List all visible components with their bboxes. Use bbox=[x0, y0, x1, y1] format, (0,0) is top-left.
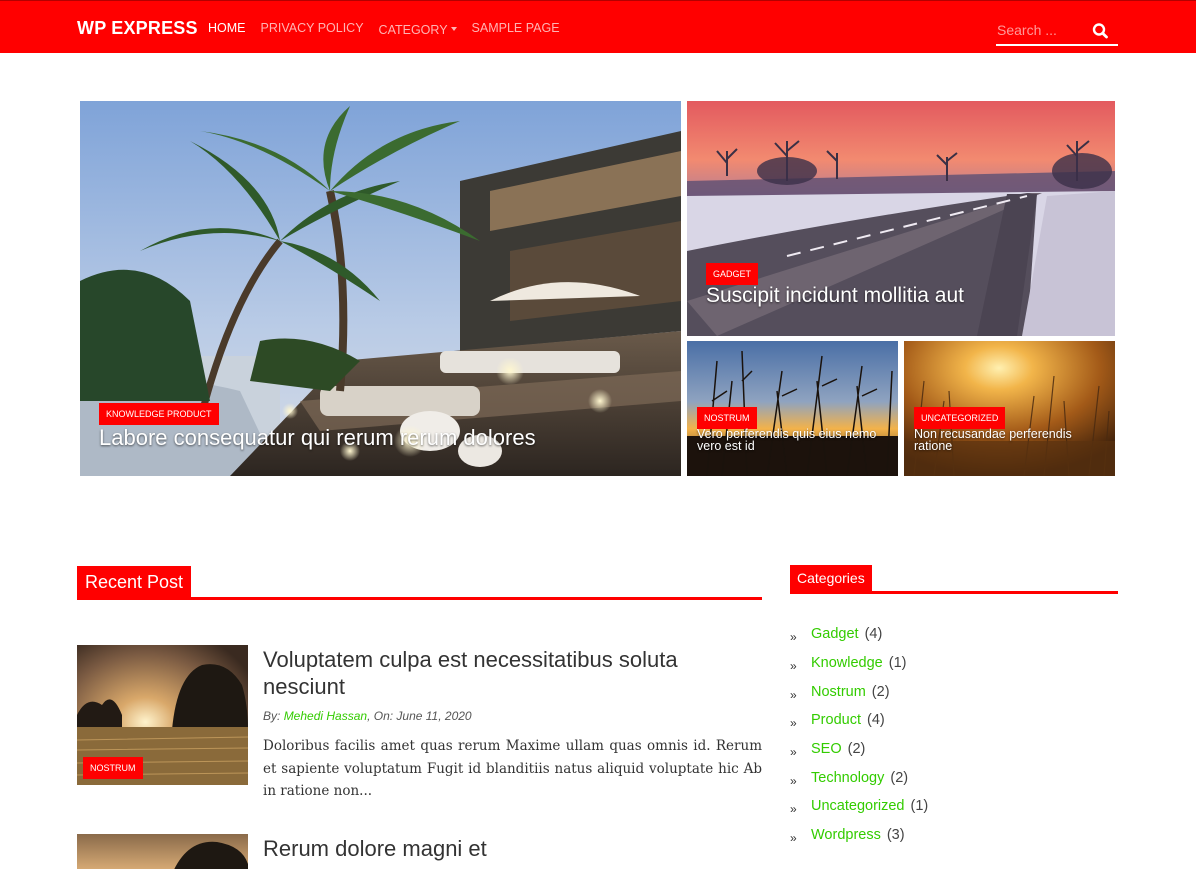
nav-item-sample-page[interactable]: SAMPLE PAGE bbox=[472, 21, 560, 39]
post-image-sunset bbox=[77, 834, 248, 869]
category-link[interactable]: Technology bbox=[811, 770, 884, 786]
featured-post-top-right[interactable]: GADGET Suscipit incidunt mollitia aut bbox=[687, 101, 1115, 336]
featured-post-bottom-right[interactable]: UNCATEGORIZED Non recusandae perferendis… bbox=[904, 341, 1115, 476]
double-chevron-right-icon: » bbox=[790, 773, 797, 788]
categories-heading: Categories bbox=[790, 565, 872, 591]
categories-list: » Gadget (4) » Knowledge (1) » Nostrum (2) » Pr… bbox=[790, 620, 1118, 850]
recent-post-heading-bar: Recent Post bbox=[77, 566, 762, 600]
category-count: (4) bbox=[866, 712, 885, 729]
double-chevron-right-icon: » bbox=[790, 687, 797, 702]
category-count: (2) bbox=[847, 741, 866, 758]
double-chevron-right-icon: » bbox=[790, 745, 797, 760]
nav-item-category[interactable]: CATEGORY bbox=[379, 21, 457, 39]
featured-badge[interactable]: KNOWLEDGE PRODUCT bbox=[99, 403, 219, 425]
post-date: , On: June 11, 2020 bbox=[367, 709, 472, 723]
search-box bbox=[996, 17, 1118, 46]
category-link[interactable]: Gadget bbox=[811, 626, 859, 642]
double-chevron-right-icon: » bbox=[790, 659, 797, 674]
category-item-gadget: » Gadget (4) bbox=[790, 620, 1118, 649]
category-link[interactable]: Knowledge bbox=[811, 655, 883, 671]
category-count: (2) bbox=[871, 683, 890, 700]
category-item-technology: » Technology (2) bbox=[790, 763, 1118, 792]
category-count: (4) bbox=[864, 626, 883, 643]
featured-badge[interactable]: GADGET bbox=[706, 263, 759, 285]
category-item-product: » Product (4) bbox=[790, 706, 1118, 735]
featured-badge[interactable]: NOSTRUM bbox=[697, 407, 757, 429]
category-count: (1) bbox=[910, 798, 929, 815]
category-count: (2) bbox=[890, 769, 909, 786]
post-author-link[interactable]: Mehedi Hassan bbox=[284, 709, 367, 723]
search-input[interactable] bbox=[997, 19, 1087, 41]
featured-post-bottom-left[interactable]: NOSTRUM Vero perferendis quis eius nemo … bbox=[687, 341, 898, 476]
category-item-nostrum: » Nostrum (2) bbox=[790, 677, 1118, 706]
search-button[interactable] bbox=[1091, 21, 1111, 41]
post-meta-by: By: bbox=[263, 709, 281, 723]
nav-item-category-label: CATEGORY bbox=[378, 23, 448, 37]
post-meta: By: Mehedi Hassan, On: June 11, 2020 bbox=[263, 709, 472, 723]
post-title[interactable]: Rerum dolore magni et bbox=[263, 835, 723, 862]
category-link[interactable]: Uncategorized bbox=[811, 798, 905, 814]
site-brand[interactable]: WP EXPRESS bbox=[77, 18, 198, 39]
category-item-knowledge: » Knowledge (1) bbox=[790, 649, 1118, 678]
category-link[interactable]: Product bbox=[811, 712, 861, 728]
main-nav: HOME PRIVACY POLICY CATEGORY SAMPLE PAGE bbox=[208, 21, 560, 39]
category-link[interactable]: Wordpress bbox=[811, 827, 881, 843]
featured-badge[interactable]: UNCATEGORIZED bbox=[914, 407, 1006, 429]
double-chevron-right-icon: » bbox=[790, 831, 797, 846]
category-link[interactable]: SEO bbox=[811, 741, 842, 757]
category-link[interactable]: Nostrum bbox=[811, 684, 866, 700]
category-item-seo: » SEO (2) bbox=[790, 735, 1118, 764]
featured-title[interactable]: Suscipit incidunt mollitia aut bbox=[706, 284, 964, 308]
recent-post-heading: Recent Post bbox=[77, 566, 192, 597]
category-count: (1) bbox=[888, 655, 907, 672]
categories-heading-bar: Categories bbox=[790, 565, 1118, 594]
nav-item-privacy-policy[interactable]: PRIVACY POLICY bbox=[261, 21, 364, 39]
post-thumbnail[interactable]: NOSTRUM bbox=[77, 645, 248, 785]
featured-title[interactable]: Non recusandae perferendis ratione bbox=[914, 428, 1104, 453]
search-icon bbox=[1092, 23, 1108, 39]
double-chevron-right-icon: » bbox=[790, 716, 797, 731]
double-chevron-right-icon: » bbox=[790, 802, 797, 817]
featured-post-large[interactable]: KNOWLEDGE PRODUCT Labore consequatur qui… bbox=[80, 101, 681, 476]
post-excerpt: Doloribus facilis amet quas rerum Maxime… bbox=[263, 738, 762, 799]
featured-title[interactable]: Labore consequatur qui rerum rerum dolor… bbox=[99, 425, 536, 451]
post-title[interactable]: Voluptatem culpa est necessitatibus solu… bbox=[263, 646, 723, 700]
category-count: (3) bbox=[886, 827, 905, 844]
top-navbar: WP EXPRESS HOME PRIVACY POLICY CATEGORY … bbox=[0, 0, 1196, 53]
post-thumbnail[interactable] bbox=[77, 834, 248, 869]
category-item-wordpress: » Wordpress (3) bbox=[790, 821, 1118, 850]
category-item-uncategorized: » Uncategorized (1) bbox=[790, 792, 1118, 821]
double-chevron-right-icon: » bbox=[790, 630, 797, 645]
featured-title[interactable]: Vero perferendis quis eius nemo vero est… bbox=[697, 428, 887, 453]
post-badge[interactable]: NOSTRUM bbox=[83, 757, 143, 779]
chevron-down-icon bbox=[450, 26, 457, 31]
nav-item-home[interactable]: HOME bbox=[208, 21, 246, 39]
